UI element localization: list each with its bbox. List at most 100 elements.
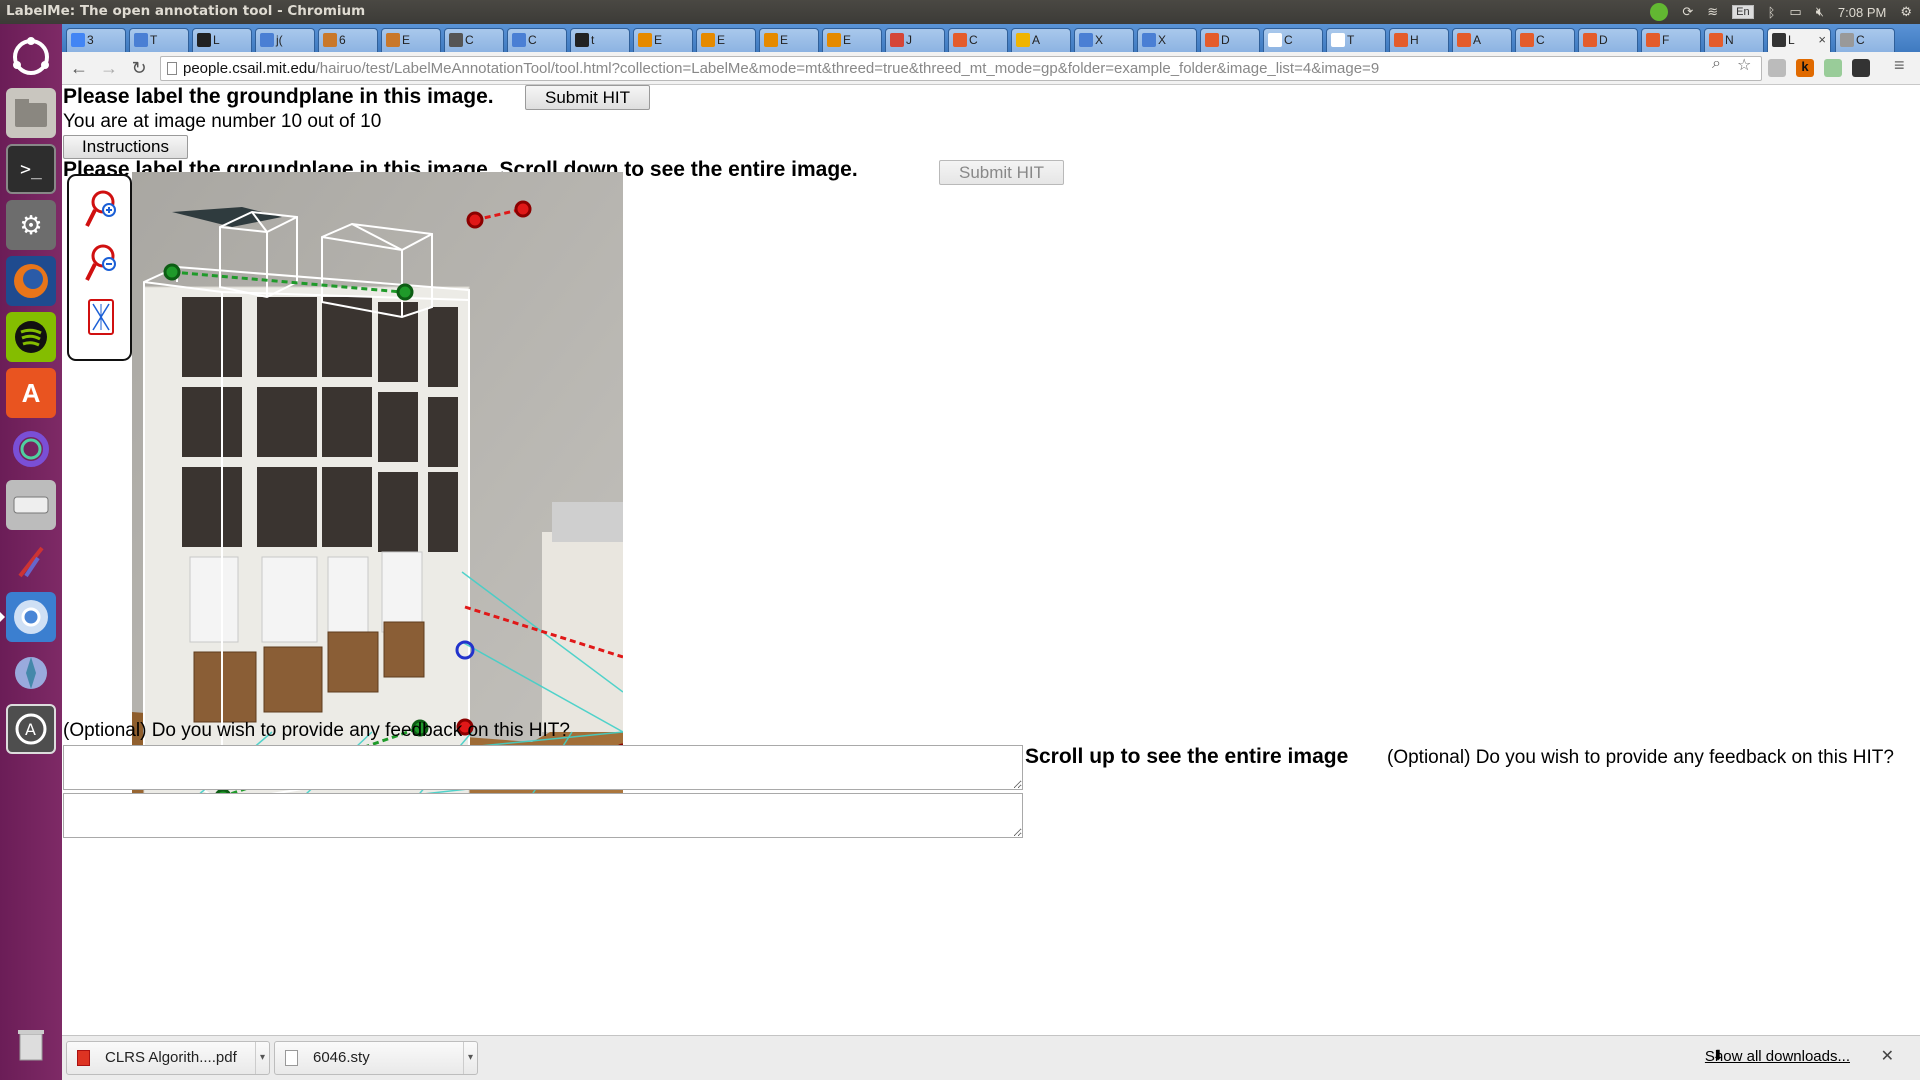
tab-label: T (1347, 33, 1355, 47)
reload-icon[interactable]: ↻ (126, 57, 152, 81)
browser-tab[interactable]: A (1011, 28, 1071, 52)
downloads-shelf: CLRS Algorith....pdf ▾ 6046.sty ▾ ⬇ Show… (62, 1035, 1920, 1080)
volume-icon[interactable]: 🔇︎ (1816, 4, 1824, 20)
software-center-icon[interactable]: A (6, 368, 56, 418)
browser-tab[interactable]: t (570, 28, 630, 52)
browser-tab[interactable]: C (444, 28, 504, 52)
tab-strip: 3 T Lj(6 E C Ct E E E E J C A X X D C T H A C D F N L × C (62, 24, 1920, 53)
tab-favicon-icon (1079, 33, 1093, 47)
browser-tab[interactable]: D (1200, 28, 1260, 52)
bookmark-star-icon[interactable]: ☆ (1737, 55, 1751, 75)
tab-favicon-icon (764, 33, 778, 47)
browser-tab[interactable]: F (1641, 28, 1701, 52)
download-menu-caret-icon[interactable]: ▾ (463, 1042, 477, 1074)
bluetooth-icon[interactable]: ᛒ (1768, 5, 1776, 20)
files-icon[interactable] (6, 88, 56, 138)
fit-to-screen-icon[interactable] (83, 296, 119, 340)
back-arrow-icon[interactable]: ← (66, 57, 92, 81)
browser-tab[interactable]: E (633, 28, 693, 52)
browser-tab[interactable]: E (696, 28, 756, 52)
sync-icon[interactable]: ⟳ (1682, 4, 1693, 20)
browser-tab[interactable]: E (822, 28, 882, 52)
pdf-file-icon (77, 1050, 90, 1066)
tab-label: N (1725, 33, 1734, 47)
browser-toolbar: ← → ↻ people.csail.mit.edu/hairuo/test/L… (62, 52, 1920, 85)
aperture-icon[interactable] (6, 648, 56, 698)
file-icon (285, 1050, 298, 1066)
wifi-icon[interactable]: ≋ (1707, 4, 1718, 20)
instructions-button[interactable]: Instructions (63, 135, 188, 159)
spotify-icon[interactable] (6, 312, 56, 362)
tab-label: 6 (339, 33, 346, 47)
zoom-in-icon[interactable] (83, 188, 119, 232)
trash-icon[interactable] (6, 1019, 56, 1069)
tab-favicon-icon (953, 33, 967, 47)
browser-tab[interactable]: E (759, 28, 819, 52)
browser-tab[interactable]: X (1074, 28, 1134, 52)
browser-tab[interactable]: C (1263, 28, 1323, 52)
firefox-icon[interactable] (6, 256, 56, 306)
download-item-pdf[interactable]: CLRS Algorith....pdf ▾ (66, 1041, 270, 1075)
browser-tab[interactable]: E (381, 28, 441, 52)
keyboard-layout-indicator[interactable]: En (1732, 5, 1754, 19)
k-extension-icon[interactable]: k (1796, 59, 1814, 77)
tab-label: D (1221, 33, 1230, 47)
show-all-downloads-link[interactable]: Show all downloads... (1705, 1048, 1850, 1065)
media-player-icon[interactable] (6, 424, 56, 474)
terminal-icon[interactable]: >_ (6, 144, 56, 194)
close-icon[interactable]: ✕ (1881, 1046, 1894, 1066)
browser-tab[interactable]: C (1515, 28, 1575, 52)
tab-favicon-icon (1646, 33, 1660, 47)
software-updater-icon[interactable]: A (6, 704, 56, 754)
browser-tab[interactable]: 6 (318, 28, 378, 52)
drive-icon[interactable] (6, 480, 56, 530)
submit-hit-button[interactable]: Submit HIT (525, 85, 650, 110)
browser-tab[interactable]: T (129, 28, 189, 52)
feedback-textarea[interactable] (63, 745, 1023, 790)
browser-tab[interactable]: C (1835, 28, 1895, 52)
browser-tab[interactable]: C (507, 28, 567, 52)
browser-tab[interactable]: L × (1767, 28, 1831, 53)
address-bar[interactable]: people.csail.mit.edu/hairuo/test/LabelMe… (160, 56, 1762, 81)
download-menu-caret-icon[interactable]: ▾ (255, 1042, 269, 1074)
tab-close-icon[interactable]: × (1818, 29, 1826, 51)
extension-icon[interactable] (1768, 59, 1786, 77)
tab-label: j( (276, 33, 283, 47)
browser-tab[interactable]: A (1452, 28, 1512, 52)
feedback-textarea-2[interactable] (63, 793, 1023, 838)
tab-label: X (1158, 33, 1167, 47)
browser-tab[interactable]: C (948, 28, 1008, 52)
download-item-sty[interactable]: 6046.sty ▾ (274, 1041, 478, 1075)
clock[interactable]: 7:08 PM (1838, 5, 1886, 20)
ubuntu-dash-icon[interactable] (6, 32, 56, 82)
browser-tab[interactable]: j( (255, 28, 315, 52)
submit-hit-button-disabled[interactable]: Submit HIT (939, 160, 1064, 185)
browser-tab[interactable]: T (1326, 28, 1386, 52)
browser-tab[interactable]: 3 (66, 28, 126, 52)
browser-tab[interactable]: L (192, 28, 252, 52)
zoom-icon[interactable]: ⌕ (1712, 55, 1721, 73)
browser-tab[interactable]: J (885, 28, 945, 52)
settings-gear-icon[interactable]: ⚙ (1900, 4, 1912, 20)
spotify-tray-icon[interactable] (1650, 3, 1669, 21)
page-content: Please label the groundplane in this ima… (62, 85, 1920, 1035)
tab-label: E (780, 33, 789, 47)
chromium-icon[interactable] (0, 592, 56, 642)
forward-arrow-icon[interactable]: → (96, 57, 122, 81)
battery-icon[interactable]: ▭ (1789, 4, 1801, 20)
system-settings-icon[interactable]: ⚙ (6, 200, 56, 250)
extension-badge-icon[interactable] (1824, 59, 1842, 77)
tab-label: E (402, 33, 411, 47)
tab-label: C (465, 33, 474, 47)
browser-tab[interactable]: D (1578, 28, 1638, 52)
pocket-icon[interactable] (1852, 59, 1870, 77)
zoom-out-icon[interactable] (83, 242, 119, 286)
menu-icon[interactable]: ≡ (1894, 55, 1905, 76)
browser-tab[interactable]: N (1704, 28, 1764, 52)
tab-label: C (1284, 33, 1293, 47)
tab-label: A (1032, 33, 1041, 47)
browser-tab[interactable]: X (1137, 28, 1197, 52)
browser-tab[interactable]: H (1389, 28, 1449, 52)
tab-label: J (906, 33, 912, 47)
image-editor-icon[interactable] (6, 536, 56, 586)
